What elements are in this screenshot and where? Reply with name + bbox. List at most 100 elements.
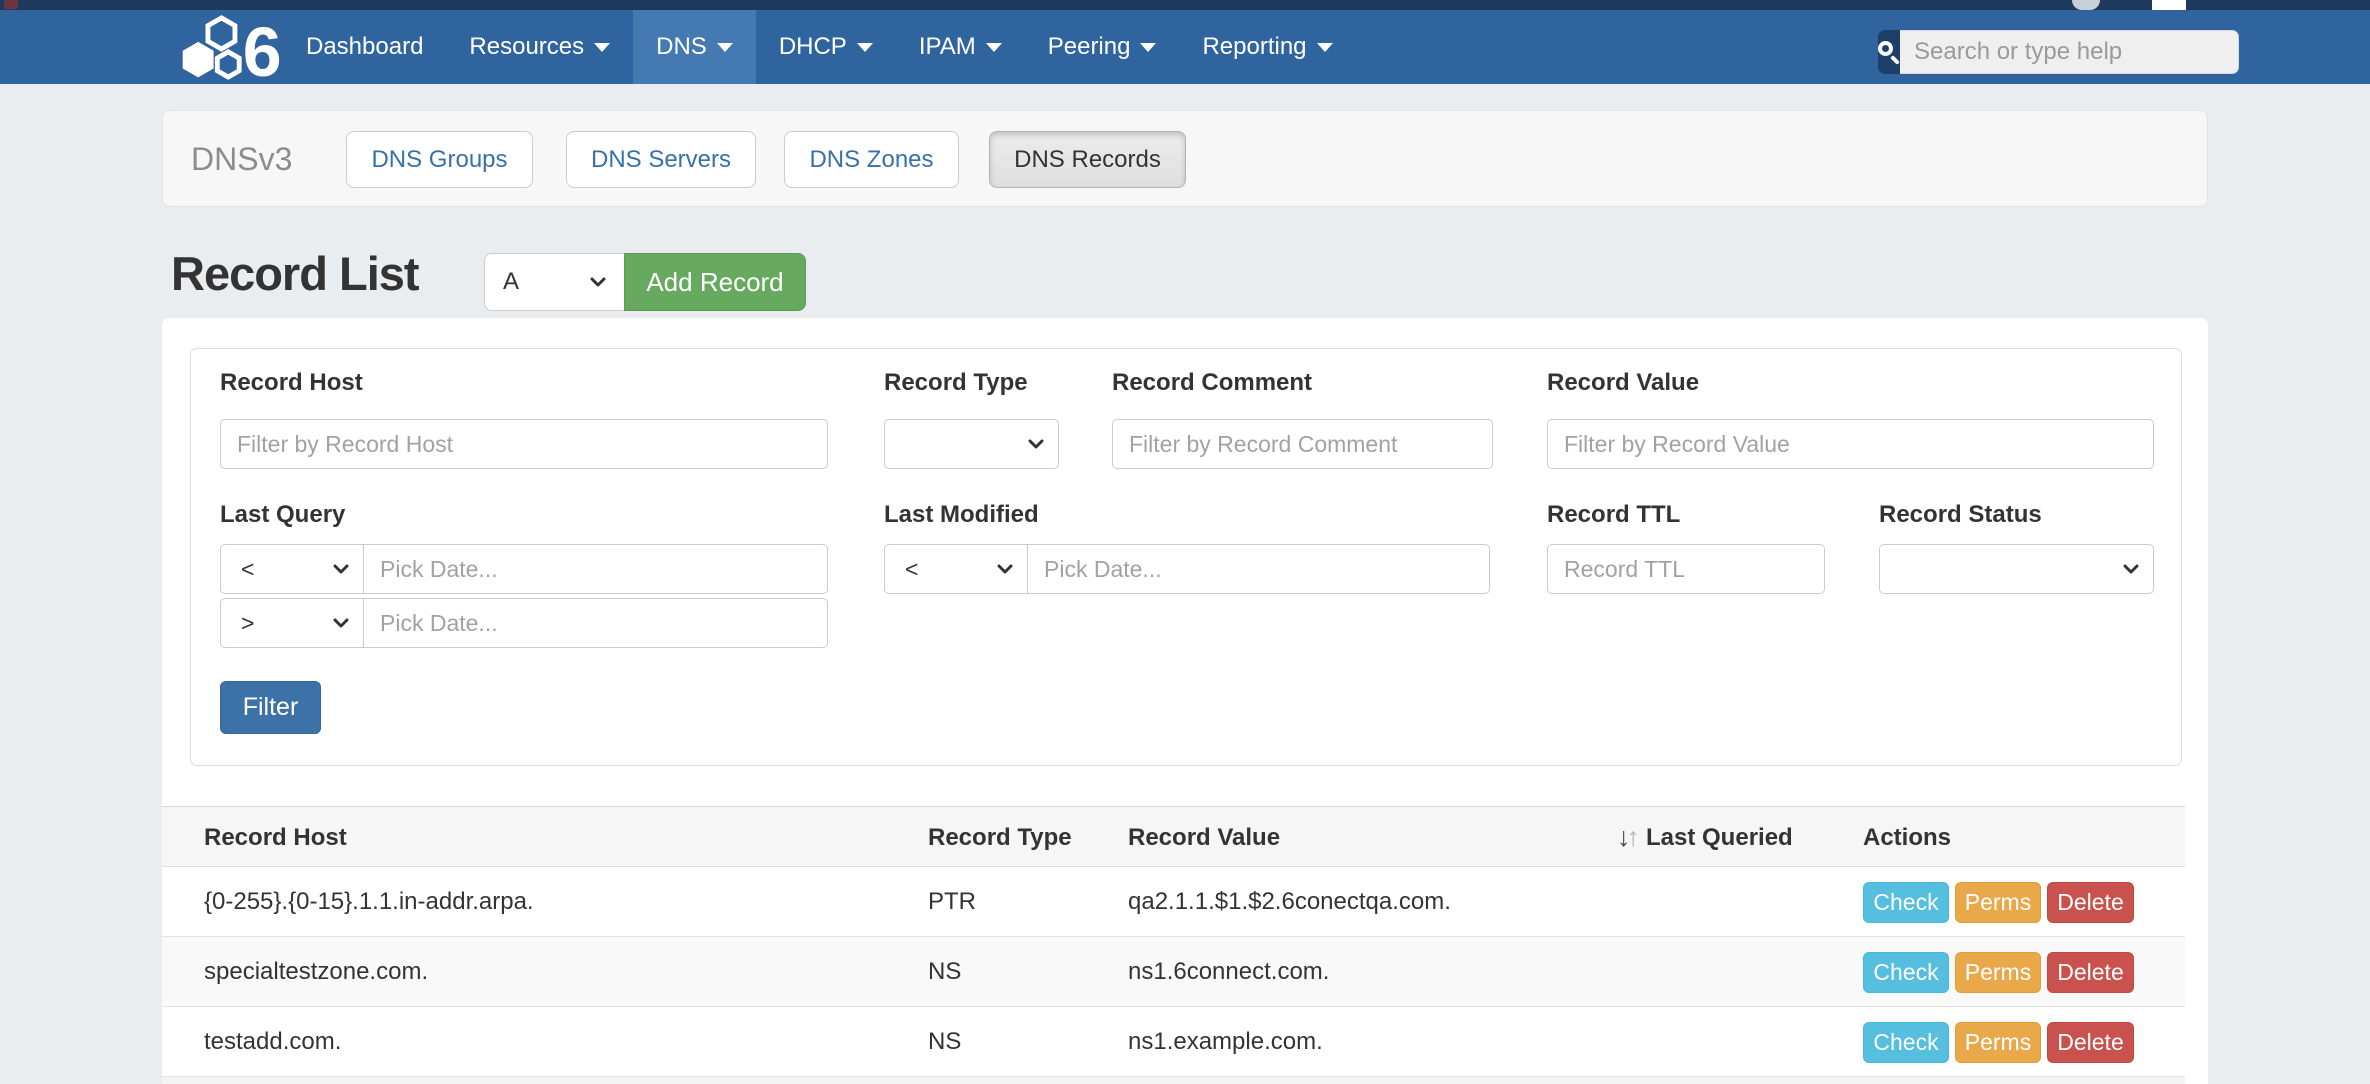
nav-item-resources[interactable]: Resources — [446, 10, 633, 84]
last-queried-header-label: Last Queried — [1646, 824, 1793, 852]
nav-item-dashboard[interactable]: Dashboard — [283, 10, 446, 84]
filter-panel: Record Host Record Type Record Comment R… — [190, 348, 2182, 766]
nav-label: DNS — [656, 33, 707, 61]
dns-subnav: DNSv3 DNS Groups DNS Servers DNS Zones D… — [162, 110, 2208, 207]
perms-button[interactable]: Perms — [1955, 1022, 2041, 1063]
nav-label: DHCP — [779, 33, 847, 61]
nav-label: Peering — [1048, 33, 1131, 61]
record-value-filter-input[interactable] — [1547, 419, 2154, 469]
delete-button[interactable]: Delete — [2047, 1022, 2134, 1063]
tab-label: DNS Records — [1014, 146, 1161, 174]
record-type-select[interactable]: A — [484, 253, 624, 311]
6connect-logo[interactable]: 6 — [181, 14, 291, 80]
filter-submit-button[interactable]: Filter — [220, 681, 321, 734]
caret-down-icon — [1140, 43, 1156, 52]
search-input[interactable] — [1900, 30, 2239, 74]
sort-icon[interactable]: ↓↑ — [1617, 822, 1636, 853]
cell-record-host: testadd.com. — [204, 1007, 341, 1077]
last-query-after-date-input[interactable] — [364, 599, 827, 647]
record-host-label: Record Host — [220, 369, 363, 397]
nav-item-ipam[interactable]: IPAM — [896, 10, 1025, 84]
caret-down-icon — [717, 43, 733, 52]
record-type-label: Record Type — [884, 369, 1028, 397]
next-row-edge — [162, 1077, 2185, 1084]
last-modified-date-input[interactable] — [1028, 545, 1489, 593]
content-panel: Record Host Record Type Record Comment R… — [162, 318, 2208, 1084]
chevron-down-icon — [1028, 439, 1044, 449]
table-row: testadd.com. NS ns1.example.com. Check P… — [162, 1007, 2185, 1077]
subnav-title: DNSv3 — [191, 141, 292, 178]
screen: 6 Dashboard Resources DNS DHCP IPAM — [0, 0, 2370, 1084]
column-header-record-value: Record Value — [1128, 807, 1280, 868]
add-record-button[interactable]: Add Record — [624, 253, 806, 311]
check-button[interactable]: Check — [1863, 1022, 1949, 1063]
nav-item-dhcp[interactable]: DHCP — [756, 10, 896, 84]
record-ttl-label: Record TTL — [1547, 501, 1680, 529]
check-button[interactable]: Check — [1863, 882, 1949, 923]
table-row: {0-255}.{0-15}.1.1.in-addr.arpa. PTR qa2… — [162, 867, 2185, 937]
delete-button[interactable]: Delete — [2047, 952, 2134, 993]
tab-dns-records[interactable]: DNS Records — [989, 131, 1186, 188]
last-modified-op-select[interactable]: < — [885, 545, 1028, 593]
perms-button[interactable]: Perms — [1955, 952, 2041, 993]
nav-label: Reporting — [1202, 33, 1306, 61]
chevron-down-icon — [590, 277, 606, 287]
record-type-filter-select[interactable] — [884, 419, 1059, 469]
chevron-down-icon — [333, 564, 349, 574]
global-search — [1878, 30, 2215, 74]
last-query-label: Last Query — [220, 501, 345, 529]
browser-top-strip — [0, 0, 2370, 10]
last-modified-label: Last Modified — [884, 501, 1039, 529]
search-button[interactable] — [1878, 30, 1900, 74]
table-header-row: Record Host Record Type Record Value ↓↑ … — [162, 806, 2185, 867]
record-host-filter-input[interactable] — [220, 419, 828, 469]
caret-down-icon — [594, 43, 610, 52]
main-nav: Dashboard Resources DNS DHCP IPAM Peerin… — [283, 10, 1356, 84]
svg-text:6: 6 — [243, 14, 282, 80]
search-icon — [1878, 41, 1900, 63]
chevron-down-icon — [997, 564, 1013, 574]
tab-label: DNS Servers — [591, 146, 731, 174]
column-header-last-queried: ↓↑ Last Queried — [1617, 807, 1793, 868]
nav-label: Dashboard — [306, 33, 423, 61]
record-comment-label: Record Comment — [1112, 369, 1312, 397]
last-query-before-op-select[interactable]: < — [221, 545, 364, 593]
cell-record-type: NS — [928, 1007, 961, 1077]
browser-artifact-window — [2152, 0, 2186, 10]
nav-label: Resources — [469, 33, 584, 61]
nav-label: IPAM — [919, 33, 976, 61]
filter-button-label: Filter — [243, 693, 299, 722]
last-query-after-op-select[interactable]: > — [221, 599, 364, 647]
last-modified-group: < — [884, 544, 1490, 594]
last-query-before-date-input[interactable] — [364, 545, 827, 593]
tab-dns-zones[interactable]: DNS Zones — [784, 131, 959, 188]
record-comment-filter-input[interactable] — [1112, 419, 1493, 469]
cell-record-type: PTR — [928, 867, 976, 937]
perms-button[interactable]: Perms — [1955, 882, 2041, 923]
tab-dns-servers[interactable]: DNS Servers — [566, 131, 756, 188]
op-value: > — [241, 610, 254, 637]
page-title: Record List — [171, 246, 419, 301]
column-header-actions: Actions — [1863, 807, 1951, 868]
nav-item-reporting[interactable]: Reporting — [1179, 10, 1355, 84]
record-ttl-filter-input[interactable] — [1547, 544, 1825, 594]
tab-dns-groups[interactable]: DNS Groups — [346, 131, 533, 188]
check-button[interactable]: Check — [1863, 952, 1949, 993]
caret-down-icon — [1317, 43, 1333, 52]
record-value-label: Record Value — [1547, 369, 1699, 397]
cell-record-value: qa2.1.1.$1.$2.6conectqa.com. — [1128, 867, 1451, 937]
browser-artifact-left — [4, 0, 18, 9]
add-record-group: A Add Record — [484, 253, 806, 311]
browser-artifact-avatar-icon — [2072, 0, 2100, 10]
nav-item-peering[interactable]: Peering — [1025, 10, 1180, 84]
last-query-after-group: > — [220, 598, 828, 648]
records-table: Record Host Record Type Record Value ↓↑ … — [162, 806, 2185, 1084]
tab-label: DNS Zones — [809, 146, 933, 174]
chevron-down-icon — [333, 618, 349, 628]
cell-record-host: {0-255}.{0-15}.1.1.in-addr.arpa. — [204, 867, 534, 937]
delete-button[interactable]: Delete — [2047, 882, 2134, 923]
record-status-filter-select[interactable] — [1879, 544, 2154, 594]
navbar: 6 Dashboard Resources DNS DHCP IPAM — [0, 10, 2370, 84]
last-query-before-group: < — [220, 544, 828, 594]
nav-item-dns[interactable]: DNS — [633, 10, 756, 84]
